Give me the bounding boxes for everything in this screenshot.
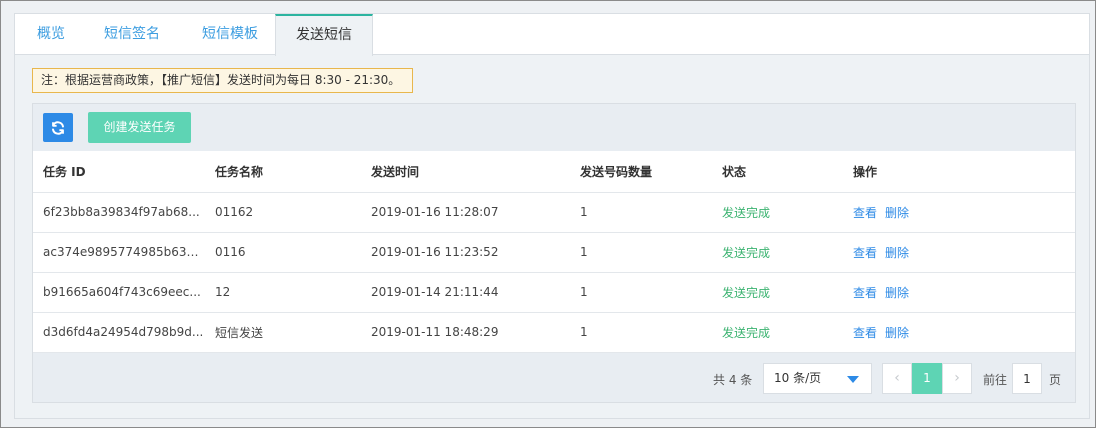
header-status: 状态 (712, 151, 843, 193)
cell-task-name: 0116 (205, 232, 361, 273)
cell-actions: 查看 删除 (843, 192, 1075, 233)
refresh-icon (52, 120, 64, 135)
prev-page-button[interactable]: ‹ (882, 363, 912, 394)
cell-send-time: 2019-01-16 11:23:52 (361, 232, 570, 273)
goto-page-input[interactable] (1012, 363, 1042, 394)
tab-sms-signature[interactable]: 短信签名 (87, 14, 177, 55)
status-text: 发送完成 (712, 312, 843, 353)
header-task-id: 任务 ID (33, 151, 205, 193)
cell-task-name: 短信发送 (205, 312, 361, 353)
status-text: 发送完成 (712, 192, 843, 233)
policy-notice: 注：根据运营商政策，【推广短信】发送时间为每日 8:30 - 21:30。 (32, 68, 413, 93)
pagination: 共 4 条 10 条/页 ‹ 1 › 前往 页 (33, 353, 1075, 403)
cell-task-id: b91665a604f743c69eec... (33, 272, 205, 313)
tab-sms-template[interactable]: 短信模板 (185, 14, 275, 55)
table-header-row: 任务 ID 任务名称 发送时间 发送号码数量 状态 操作 (33, 151, 1075, 193)
task-list-card: 创建发送任务 任务 ID 任务名称 发送时间 发送号码数量 状态 操作 6f23… (32, 103, 1076, 403)
refresh-button[interactable] (43, 113, 73, 142)
page-number-current[interactable]: 1 (912, 363, 942, 394)
delete-link[interactable]: 删除 (885, 206, 909, 220)
tab-send-sms[interactable]: 发送短信 (275, 14, 373, 56)
view-link[interactable]: 查看 (853, 206, 877, 220)
cell-actions: 查看 删除 (843, 232, 1075, 273)
cell-task-id: 6f23bb8a39834f97ab68... (33, 192, 205, 233)
task-table: 任务 ID 任务名称 发送时间 发送号码数量 状态 操作 6f23bb8a398… (33, 151, 1075, 353)
view-link[interactable]: 查看 (853, 326, 877, 340)
cell-number-count: 1 (570, 312, 712, 353)
next-page-button[interactable]: › (942, 363, 972, 394)
tab-overview[interactable]: 概览 (15, 14, 87, 55)
delete-link[interactable]: 删除 (885, 286, 909, 300)
header-send-time: 发送时间 (361, 151, 570, 193)
status-text: 发送完成 (712, 272, 843, 313)
delete-link[interactable]: 删除 (885, 326, 909, 340)
page-size-select[interactable]: 10 条/页 (763, 363, 872, 394)
page-size-value: 10 条/页 (774, 371, 822, 385)
create-send-task-button[interactable]: 创建发送任务 (88, 112, 191, 143)
view-link[interactable]: 查看 (853, 286, 877, 300)
cell-number-count: 1 (570, 272, 712, 313)
delete-link[interactable]: 删除 (885, 246, 909, 260)
chevron-right-icon: › (954, 370, 960, 386)
cell-number-count: 1 (570, 232, 712, 273)
caret-down-icon (847, 376, 859, 383)
header-task-name: 任务名称 (205, 151, 361, 193)
goto-label: 前往 (983, 373, 1008, 387)
sms-panel: 概览 短信签名 短信模板 发送短信 注：根据运营商政策，【推广短信】发送时间为每… (14, 13, 1090, 419)
cell-task-id: d3d6fd4a24954d798b9d... (33, 312, 205, 353)
page-suffix-label: 页 (1049, 373, 1062, 387)
cell-send-time: 2019-01-14 21:11:44 (361, 272, 570, 313)
cell-send-time: 2019-01-16 11:28:07 (361, 192, 570, 233)
cell-task-id: ac374e9895774985b63e... (33, 232, 205, 273)
cell-actions: 查看 删除 (843, 312, 1075, 353)
cell-send-time: 2019-01-11 18:48:29 (361, 312, 570, 353)
window-frame: 概览 短信签名 短信模板 发送短信 注：根据运营商政策，【推广短信】发送时间为每… (0, 0, 1096, 428)
table-row: b91665a604f743c69eec... 12 2019-01-14 21… (33, 272, 1075, 313)
view-link[interactable]: 查看 (853, 246, 877, 260)
table-row: ac374e9895774985b63e... 0116 2019-01-16 … (33, 232, 1075, 273)
cell-number-count: 1 (570, 192, 712, 233)
header-actions: 操作 (843, 151, 1075, 193)
chevron-left-icon: ‹ (894, 370, 900, 386)
tab-bar: 概览 短信签名 短信模板 发送短信 (15, 14, 1089, 56)
table-row: 6f23bb8a39834f97ab68... 01162 2019-01-16… (33, 192, 1075, 233)
cell-task-name: 12 (205, 272, 361, 313)
cell-actions: 查看 删除 (843, 272, 1075, 313)
table-row: d3d6fd4a24954d798b9d... 短信发送 2019-01-11 … (33, 312, 1075, 353)
header-number-count: 发送号码数量 (570, 151, 712, 193)
toolbar: 创建发送任务 (33, 104, 1075, 151)
status-text: 发送完成 (712, 232, 843, 273)
total-count: 共 4 条 (713, 373, 753, 387)
cell-task-name: 01162 (205, 192, 361, 233)
